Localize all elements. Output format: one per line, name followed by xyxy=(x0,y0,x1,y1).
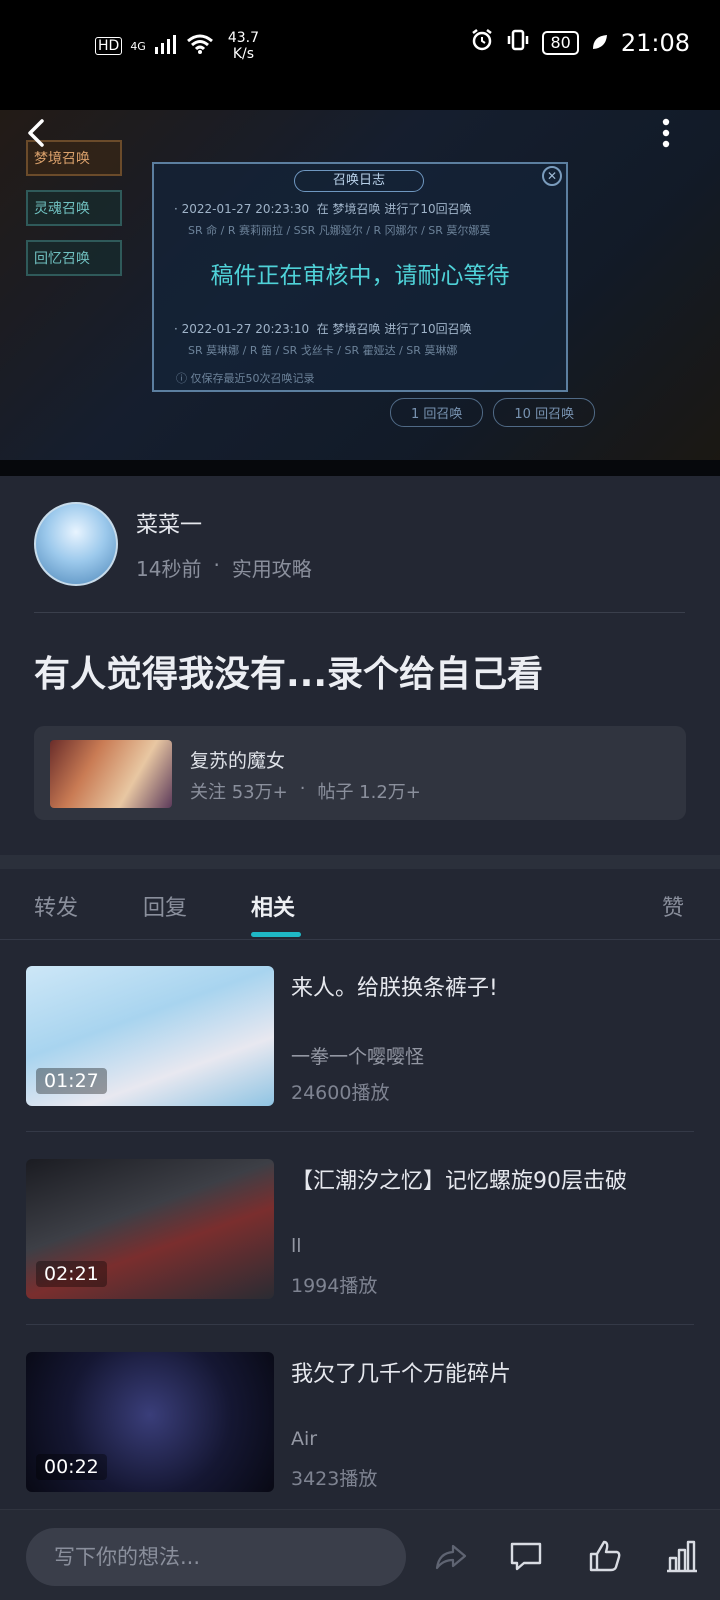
wifi-icon xyxy=(186,33,214,60)
video-duration: 02:21 xyxy=(36,1261,107,1287)
status-left: HD 4G 43.7 K/s xyxy=(95,30,259,62)
stats-icon[interactable] xyxy=(664,1538,700,1574)
divider xyxy=(26,1131,694,1132)
dialog-title: 召唤日志 xyxy=(294,170,424,192)
bottom-action-bar xyxy=(0,1509,720,1600)
stats-dot: · xyxy=(299,778,306,799)
summon-10-button: 10 回召唤 xyxy=(493,398,596,427)
tab-forward[interactable]: 转发 xyxy=(34,890,78,922)
log-footer: ⓘ 仅保存最近50次召唤记录 xyxy=(176,372,315,385)
share-icon[interactable] xyxy=(433,1538,469,1574)
log-time: 2022-01-27 20:23:30 xyxy=(181,202,310,216)
status-right: 80 21:08 xyxy=(470,28,690,58)
game-menu-item: 灵魂召唤 xyxy=(26,190,122,226)
tab-related[interactable]: 相关 xyxy=(251,890,295,922)
log-footer-text: 仅保存最近50次召唤记录 xyxy=(190,372,315,385)
game-card[interactable]: 复苏的魔女 关注 53万+ · 帖子 1.2万+ xyxy=(34,726,686,820)
list-item[interactable]: 00:22 我欠了几千个万能碎片 Air 3423播放 xyxy=(26,1352,694,1492)
comment-input[interactable] xyxy=(26,1528,406,1586)
comment-icon[interactable] xyxy=(508,1538,544,1574)
video-title: 来人。给朕换条裤子! xyxy=(291,976,498,1001)
meta-dot: · xyxy=(213,552,220,577)
video-duration: 00:22 xyxy=(36,1454,107,1480)
battery-indicator: 80 xyxy=(542,31,579,55)
avatar[interactable] xyxy=(34,502,118,586)
divider xyxy=(34,612,685,613)
video-author: ll xyxy=(291,1235,302,1257)
log-entry: · 2022-01-27 20:23:10 在 梦境召唤 进行了10回召唤 xyxy=(174,322,472,336)
post-title: 有人觉得我没有...录个给自己看 xyxy=(34,654,544,695)
tab-replies[interactable]: 回复 xyxy=(143,890,187,922)
author-meta: 14秒前 · 实用攻略 xyxy=(136,553,312,582)
net-speed-value: 43.7 xyxy=(227,30,260,46)
section-separator xyxy=(0,855,720,869)
net-speed: 43.7 K/s xyxy=(228,30,259,62)
post-category[interactable]: 实用攻略 xyxy=(232,553,312,582)
log-text: 在 梦境召唤 进行了10回召唤 xyxy=(316,202,472,216)
game-follow-count: 关注 53万+ xyxy=(190,782,288,803)
more-vertical-icon xyxy=(662,118,670,148)
video-duration: 01:27 xyxy=(36,1068,107,1094)
alarm-icon xyxy=(470,28,494,58)
video-thumbnail: 01:27 xyxy=(26,966,274,1106)
chevron-left-icon xyxy=(28,119,44,147)
video-title: 【汇潮汐之忆】记忆螺旋90层击破 xyxy=(291,1169,627,1194)
more-button[interactable] xyxy=(660,118,672,148)
video-thumbnail: 00:22 xyxy=(26,1352,274,1492)
clock: 21:08 xyxy=(620,29,690,57)
author-block[interactable]: 菜菜一 14秒前 · 实用攻略 xyxy=(34,502,312,586)
video-plays: 1994播放 xyxy=(291,1275,378,1297)
video-plays: 3423播放 xyxy=(291,1468,378,1490)
close-icon: ✕ xyxy=(542,166,562,186)
list-item[interactable]: 02:21 【汇潮汐之忆】记忆螺旋90层击破 ll 1994播放 xyxy=(26,1159,694,1299)
signal-icon xyxy=(154,33,178,60)
summon-1-button: 1 回召唤 xyxy=(390,398,484,427)
log-entry: · 2022-01-27 20:23:30 在 梦境召唤 进行了10回召唤 xyxy=(174,202,472,216)
log-time: 2022-01-27 20:23:10 xyxy=(181,322,310,336)
video-title: 我欠了几千个万能碎片 xyxy=(291,1362,512,1387)
author-name[interactable]: 菜菜一 xyxy=(136,507,312,539)
log-detail: SR 命 / R 赛莉丽拉 / SSR 凡娜娅尔 / R 冈娜尔 / SR 莫尔… xyxy=(188,224,491,237)
video-player[interactable]: 梦境召唤 灵魂召唤 回忆召唤 召唤日志 ✕ · 2022-01-27 20:23… xyxy=(0,110,720,476)
network-type: 4G xyxy=(130,39,146,53)
video-plays: 24600播放 xyxy=(291,1082,390,1104)
hd-indicator: HD xyxy=(95,37,123,55)
video-thumbnail: 02:21 xyxy=(26,1159,274,1299)
game-post-count: 帖子 1.2万+ xyxy=(317,782,421,803)
game-stats: 关注 53万+ · 帖子 1.2万+ xyxy=(190,778,421,804)
list-item[interactable]: 01:27 来人。给朕换条裤子! 一拳一个嘤嘤怪 24600播放 xyxy=(26,966,694,1106)
game-thumbnail xyxy=(50,740,172,808)
active-tab-indicator xyxy=(251,932,301,937)
divider xyxy=(26,1324,694,1325)
tab-bar: 转发 回复 相关 赞 xyxy=(0,870,720,940)
author-info: 菜菜一 14秒前 · 实用攻略 xyxy=(136,507,312,582)
net-speed-unit: K/s xyxy=(232,46,255,62)
post-time: 14秒前 xyxy=(136,556,202,581)
game-name: 复苏的魔女 xyxy=(190,750,286,772)
log-detail: SR 莫琳娜 / R 笛 / SR 戈丝卡 / SR 霍娅达 / SR 莫琳娜 xyxy=(188,344,458,357)
log-text: 在 梦境召唤 进行了10回召唤 xyxy=(316,322,472,336)
summon-buttons: 1 回召唤 10 回召唤 xyxy=(390,398,596,427)
video-author: Air xyxy=(291,1428,318,1450)
back-button[interactable] xyxy=(22,118,52,148)
review-notice: 稿件正在审核中，请耐心等待 xyxy=(210,263,510,289)
status-bar: HD 4G 43.7 K/s 80 21:08 xyxy=(0,0,720,110)
leaf-icon xyxy=(591,29,609,57)
like-icon[interactable] xyxy=(587,1538,623,1574)
vibrate-icon xyxy=(506,28,530,58)
tab-likes[interactable]: 赞 xyxy=(662,890,684,922)
video-author: 一拳一个嘤嘤怪 xyxy=(291,1046,425,1068)
